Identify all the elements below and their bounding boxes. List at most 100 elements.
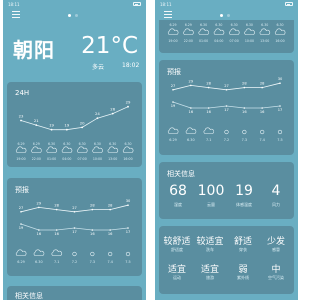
forecast-low-label: 17 <box>278 108 283 112</box>
sun-icon <box>90 251 95 257</box>
cloud-icon <box>15 249 27 256</box>
life-value: 适宜 <box>167 265 186 275</box>
hourly-temp-point <box>35 124 38 126</box>
forecast-high-label: 27 <box>19 206 24 210</box>
forecast-low-label: 17 <box>126 230 131 234</box>
life-value: 中 <box>271 265 281 275</box>
hourly-date-label: 6.30 <box>261 23 268 27</box>
forecast-high-label: 28 <box>206 82 211 86</box>
hourly-temp-point <box>111 112 114 115</box>
forecast-high-label: 28 <box>108 204 113 208</box>
hourly-time-label: 04:00 <box>214 39 223 43</box>
cloud-icon <box>229 28 240 35</box>
forecast-low-label: 16 <box>189 110 194 114</box>
forecast-low-label: 16 <box>108 232 113 236</box>
forecast-low-label: 19 <box>19 226 24 230</box>
forecast-high-point <box>109 208 111 211</box>
humidity-value: 68 <box>169 183 187 199</box>
cloud-icon <box>107 146 119 153</box>
hourly-date-label: 6.29 <box>185 23 192 27</box>
hourly-temp-point <box>50 128 53 131</box>
forecast-high-label: 28 <box>90 204 95 208</box>
forecast-high-label: 27 <box>72 206 77 210</box>
forecast-date-label: 6.29 <box>17 260 25 264</box>
forecast-low-label: 17 <box>224 108 229 112</box>
forecast-date-label: 7.1 <box>206 138 211 142</box>
hourly-date-label: 6.30 <box>276 23 283 27</box>
cloud-icon <box>46 146 57 153</box>
forecast-high-label: 28 <box>54 204 59 208</box>
cloud-value: 100 <box>197 183 225 199</box>
phone-screen-left: 18:11 朝阳 21°C 多云 18:02 24H 23 6.29 19:00 21… <box>3 0 146 300</box>
hourly-date-label: 6.29 <box>17 142 24 146</box>
forecast-date-label: 7.3 <box>90 260 95 264</box>
hourly-date-label: 6.30 <box>200 23 207 27</box>
hourly-time-label: 07:00 <box>230 39 239 43</box>
related-card: 相关信息 68 湿度 100 云量 19 体感温度 4 风力 <box>159 162 294 219</box>
hourly-temp-point <box>65 128 68 131</box>
page-indicator <box>218 14 234 18</box>
hourly-chart: 23 6.29 19:00 21 6.29 22:00 19 6.30 01:00 19 6.30 0… <box>15 100 134 161</box>
sun-icon <box>242 129 247 135</box>
hourly-time-label: 13:00 <box>260 39 269 43</box>
forecast-card: 预报 27 29 28 27 28 28 30 19 16 16 17 16 16 17 6.29 6.30 7… <box>7 178 142 276</box>
sun-icon <box>224 129 229 135</box>
hourly-temp-point <box>20 119 22 122</box>
hourly-date-label: 6.30 <box>246 23 253 27</box>
hourly-temp-label: 19 <box>49 123 54 128</box>
forecast-high-point <box>190 84 192 87</box>
forecast-high-label: 28 <box>260 82 265 86</box>
forecast-low-point <box>279 105 281 107</box>
forecast-low-point <box>172 101 174 103</box>
current-temperature: 21°C <box>81 33 138 59</box>
page-dot-active <box>220 14 223 17</box>
city-name: 朝阳 <box>13 38 55 62</box>
forecast-date-label: 6.30 <box>187 138 195 142</box>
cloud-icon <box>259 28 271 35</box>
forecast-high-point <box>91 208 94 211</box>
forecast-high-label: 30 <box>278 77 283 81</box>
humidity-label: 湿度 <box>174 202 182 207</box>
forecast-low-point <box>38 229 40 231</box>
weather-condition: 多云 <box>92 64 105 71</box>
cloud-icon <box>61 146 73 153</box>
forecast-high-label: 28 <box>242 82 247 86</box>
hourly-time-label: 01:00 <box>199 39 208 43</box>
menu-icon[interactable] <box>164 11 172 18</box>
hourly-temp-point <box>81 126 84 129</box>
cloud-icon <box>33 249 45 256</box>
forecast-low-label: 16 <box>260 110 265 114</box>
related-title: 相关信息 <box>167 170 195 178</box>
hourly-temp-label: 23 <box>19 114 24 119</box>
hourly-time-label: 10:00 <box>245 39 254 43</box>
hourly-date-label: 6.30 <box>63 142 70 146</box>
life-value: 较适宜 <box>196 237 224 247</box>
forecast-date-label: 7.2 <box>224 138 229 142</box>
cloud-icon <box>92 146 103 153</box>
forecast-high-point <box>20 211 22 213</box>
forecast-high-label: 30 <box>126 199 131 203</box>
forecast-date-label: 7.5 <box>125 260 130 264</box>
forecast-high-label: 29 <box>189 79 194 83</box>
hourly-date-label: 6.30 <box>231 23 238 27</box>
hourly-temp-point <box>96 117 99 120</box>
hourly-date-label: 6.30 <box>94 142 101 146</box>
life-value: 少发 <box>266 237 285 247</box>
life-value: 适宜 <box>200 265 219 275</box>
menu-icon[interactable] <box>12 11 20 18</box>
forecast-high-point <box>172 89 174 91</box>
cloud-icon <box>203 127 215 134</box>
forecast-high-point <box>279 82 281 84</box>
status-bar: 18:11 <box>3 0 146 9</box>
forecast-low-label: 16 <box>54 232 59 236</box>
hourly-time-label: 19:00 <box>168 39 177 43</box>
sun-icon <box>260 129 265 135</box>
forecast-card: 预报 27 29 28 27 28 28 30 19 16 16 17 16 16 17 6.29 6.30 7… <box>159 60 294 155</box>
cloud-icon <box>31 146 42 153</box>
hourly-time-label: 19:00 <box>16 157 25 161</box>
page-indicator <box>66 14 82 18</box>
cloud-icon <box>51 249 63 256</box>
forecast-low-label: 16 <box>206 110 211 114</box>
cloud-label: 云量 <box>207 202 215 207</box>
hourly-time-label: 16:00 <box>123 157 132 161</box>
